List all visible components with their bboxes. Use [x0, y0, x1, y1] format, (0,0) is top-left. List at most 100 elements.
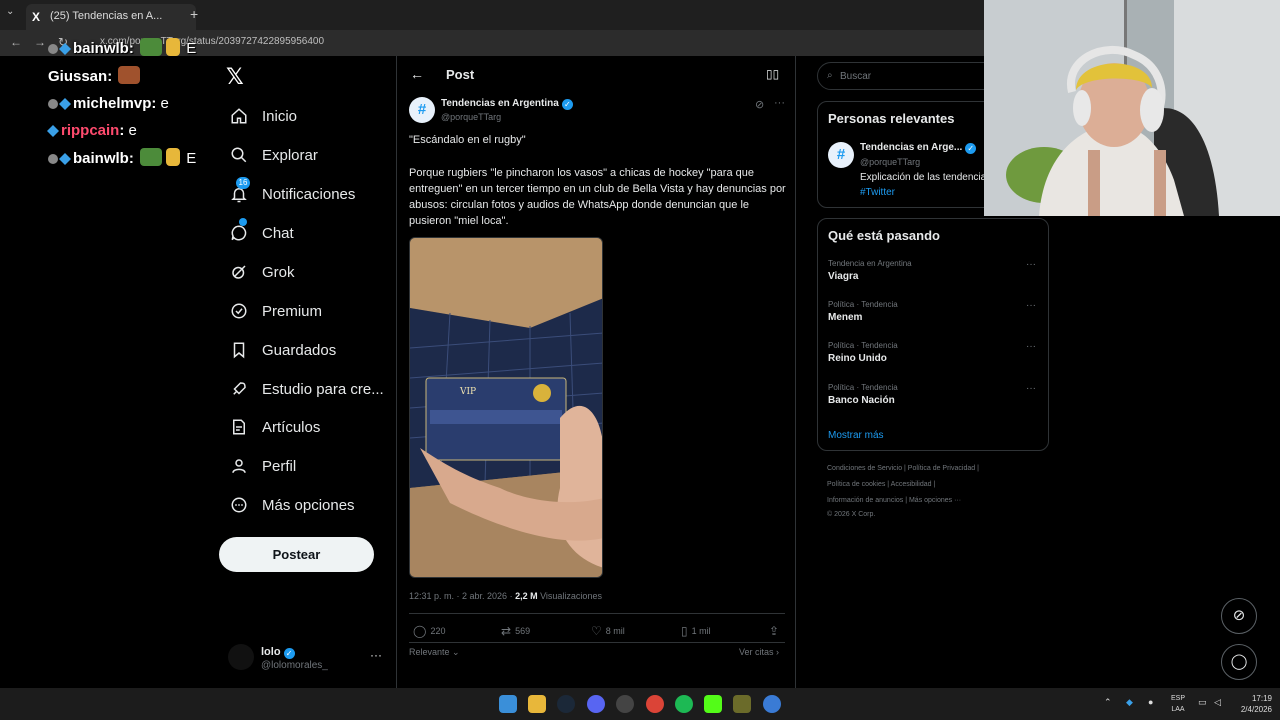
system-clock[interactable]: 17:19 2/4/2026: [1234, 693, 1272, 715]
avatar[interactable]: #: [828, 142, 854, 168]
grok-fab-button[interactable]: ⊘: [1221, 598, 1257, 634]
network-icon[interactable]: ▭: [1198, 697, 1207, 708]
account-switcher[interactable]: lolo ✓ @lolomorales_ ···: [228, 644, 388, 674]
trend-name: Reino Unido: [828, 353, 887, 364]
sidebar-item-inicio[interactable]: Inicio: [222, 96, 392, 136]
tray-app-icon[interactable]: ◆: [1126, 697, 1133, 708]
search-icon: [227, 143, 251, 167]
sidebar-item-premium[interactable]: Premium: [222, 291, 392, 331]
reader-mode-icon[interactable]: ▯▯: [766, 67, 779, 81]
verified-badge-icon: ✓: [283, 648, 295, 659]
new-tab-icon[interactable]: +: [190, 6, 198, 22]
trend-context: Tendencia en Argentina: [828, 259, 912, 268]
steam-icon[interactable]: [557, 695, 575, 713]
back-icon[interactable]: ←: [10, 35, 22, 49]
chat-text: e: [160, 95, 169, 112]
reply-button[interactable]: ◯ 220: [413, 624, 445, 638]
main-column: ← Post ▯▯ # Tendencias en Argentina ✓ @po…: [396, 56, 796, 688]
sidebar-item-perfil[interactable]: Perfil: [222, 446, 392, 486]
author-avatar[interactable]: #: [409, 97, 435, 123]
sidebar-item-estudio[interactable]: Estudio para cre...: [222, 369, 392, 409]
bookmark-icon: [227, 338, 251, 362]
sidebar-item-notificaciones[interactable]: 16 Notificaciones: [222, 174, 392, 214]
chevron-down-icon: ⌄: [452, 647, 460, 657]
sidebar-item-grok[interactable]: Grok: [222, 252, 392, 292]
chat-text: E: [186, 150, 197, 167]
microphone-icon[interactable]: ●: [1148, 697, 1153, 707]
footer-links[interactable]: Información de anuncios | Más opciones ·…: [827, 497, 1027, 504]
language-indicator[interactable]: ESP LAA: [1168, 693, 1188, 715]
forward-icon[interactable]: →: [34, 35, 46, 49]
account-name: lolo: [261, 646, 281, 658]
sidebar-item-chat[interactable]: Chat: [222, 213, 392, 253]
hashtag-link[interactable]: #Twitter: [860, 187, 895, 198]
more-icon[interactable]: ···: [370, 648, 382, 662]
grok-icon[interactable]: ⊘: [755, 98, 764, 111]
trend-item[interactable]: Tendencia en Argentina Viagra ···: [828, 259, 1040, 293]
windows-start-icon[interactable]: [499, 695, 517, 713]
person-icon: [227, 454, 251, 478]
post-meta: 12:31 p. m. · 2 abr. 2026 · 2,2 M Visual…: [409, 591, 602, 601]
bookmark-icon: ▯: [681, 624, 688, 638]
share-button[interactable]: ⇪: [769, 624, 783, 638]
footer-links[interactable]: Condiciones de Servicio | Política de Pr…: [827, 465, 1027, 472]
post-actions: ◯ 220 ⇄ 569 ♡ 8 mil ▯ 1 mil ⇪: [409, 624, 785, 640]
more-icon[interactable]: ···: [1026, 300, 1036, 311]
discord-icon[interactable]: [587, 695, 605, 713]
like-button[interactable]: ♡ 8 mil: [591, 624, 625, 638]
kick-icon[interactable]: [704, 695, 722, 713]
trend-name: Viagra: [828, 271, 859, 282]
obs-icon[interactable]: [616, 695, 634, 713]
quotes-link[interactable]: Ver citas ›: [739, 647, 779, 657]
trend-item[interactable]: Política · Tendencia Menem ···: [828, 300, 1040, 334]
post-button[interactable]: Postear: [219, 537, 374, 572]
volume-icon[interactable]: ◁: [1214, 697, 1221, 708]
trend-name: Menem: [828, 312, 863, 323]
sidebar-item-mas-opciones[interactable]: Más opciones: [222, 485, 392, 525]
reply-count: 220: [430, 626, 446, 636]
more-icon[interactable]: ···: [1026, 341, 1036, 352]
author-handle[interactable]: @porqueTTarg: [441, 112, 501, 122]
relevant-person-name-row[interactable]: Tendencias en Arge... ✓: [860, 142, 977, 154]
bookmark-button[interactable]: ▯ 1 mil: [681, 624, 711, 638]
relevant-person-handle[interactable]: @porqueTTarg: [860, 157, 920, 167]
file-explorer-icon[interactable]: [528, 695, 546, 713]
sidebar-item-guardados[interactable]: Guardados: [222, 330, 392, 370]
relevant-person-bio: Explicación de las tendencias: [860, 172, 992, 183]
app-icon[interactable]: [733, 695, 751, 713]
chat-user: bainwlb: [73, 150, 129, 167]
post-media-image[interactable]: VIP: [409, 237, 603, 578]
chrome-icon[interactable]: [646, 695, 664, 713]
x-logo-icon[interactable]: 𝕏: [226, 64, 244, 90]
sidebar-item-explorar[interactable]: Explorar: [222, 135, 392, 175]
repost-button[interactable]: ⇄ 569: [501, 624, 530, 638]
relevant-person-name: Tendencias en Arge...: [860, 142, 963, 153]
tray-chevron-icon[interactable]: ⌃: [1104, 697, 1112, 708]
app-icon[interactable]: [763, 695, 781, 713]
sort-dropdown[interactable]: Relevante ⌄: [409, 647, 460, 658]
author-name-row[interactable]: Tendencias en Argentina ✓: [441, 98, 573, 110]
copyright: © 2026 X Corp.: [827, 511, 876, 518]
more-circle-icon: [227, 493, 251, 517]
account-name-row: lolo ✓: [261, 646, 295, 659]
trend-item[interactable]: Política · Tendencia Reino Unido ···: [828, 341, 1040, 375]
chat-user: bainwlb: [73, 40, 129, 57]
windows-taskbar: ⌃ ◆ ● ESP LAA ▭ ◁ 17:19 2/4/2026: [0, 688, 1280, 720]
more-icon[interactable]: ···: [1026, 383, 1036, 394]
show-more-link[interactable]: Mostrar más: [828, 430, 884, 441]
more-icon[interactable]: ···: [1026, 259, 1036, 270]
trend-item[interactable]: Política · Tendencia Banco Nación ···: [828, 383, 1040, 417]
sidebar-item-label: Perfil: [262, 457, 297, 475]
messages-fab-button[interactable]: ◯: [1221, 644, 1257, 680]
browser-tab[interactable]: X (25) Tendencias en A...: [26, 4, 196, 30]
panel-title: Qué está pasando: [828, 228, 940, 243]
views-label: Visualizaciones: [537, 591, 602, 601]
chat-text: E: [186, 40, 197, 57]
sidebar-item-label: Chat: [262, 224, 294, 242]
back-arrow-icon[interactable]: ←: [410, 66, 424, 82]
spotify-icon[interactable]: [675, 695, 693, 713]
more-icon[interactable]: ···: [774, 97, 785, 109]
sidebar-item-articulos[interactable]: Artículos: [222, 407, 392, 447]
tab-list-icon[interactable]: ⌄: [6, 6, 14, 17]
footer-links[interactable]: Política de cookies | Accesibilidad |: [827, 481, 1027, 488]
